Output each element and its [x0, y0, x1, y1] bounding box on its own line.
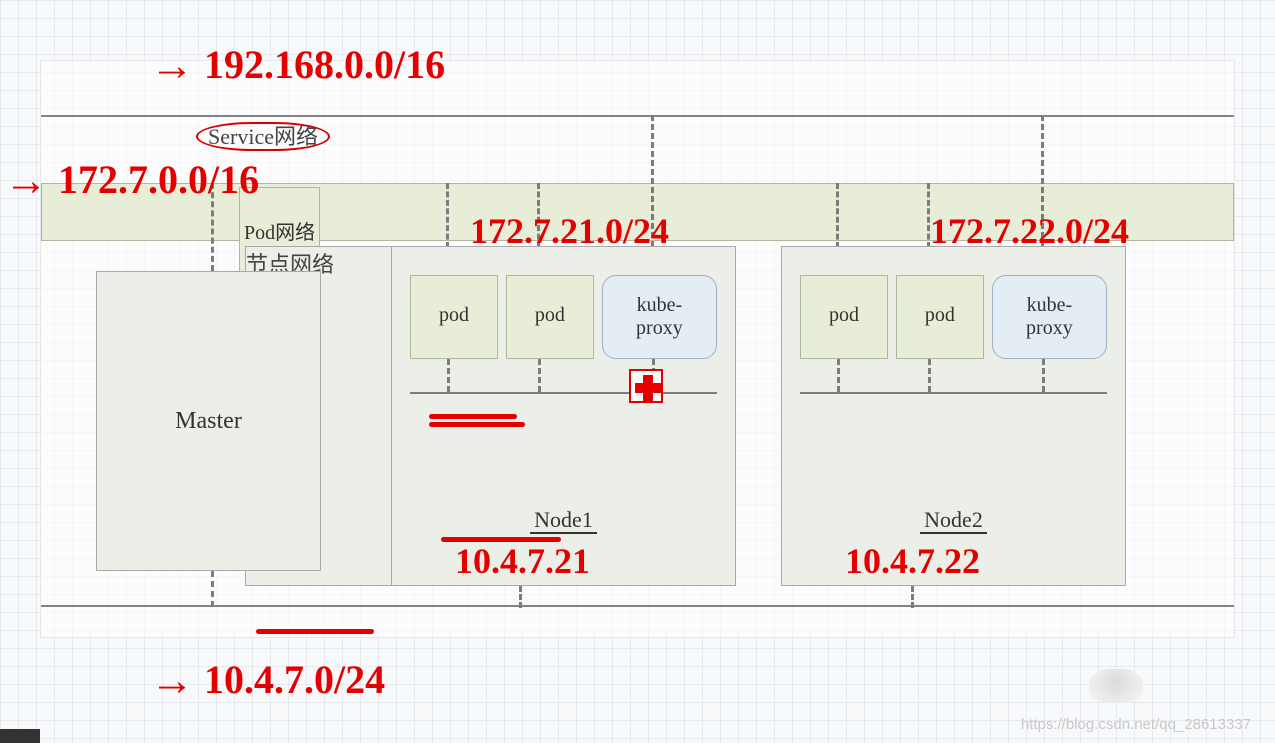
annotation-service-cidr: → 192.168.0.0/16 — [150, 40, 445, 91]
connector — [837, 359, 840, 392]
handwriting-stroke — [429, 414, 517, 419]
connector — [211, 571, 214, 607]
node1-name: Node1 — [392, 507, 735, 533]
node2-name: Node2 — [782, 507, 1125, 533]
node-inner-bus — [410, 392, 717, 394]
handwriting-stroke — [256, 629, 374, 634]
node2-pods-row: pod pod kube- proxy — [800, 275, 1107, 359]
medic-cross-icon — [629, 369, 663, 403]
handwriting-stroke — [429, 422, 525, 427]
annotation-node1-ip: 10.4.7.21 — [455, 540, 590, 582]
annotation-node1-subnet: 172.7.21.0/24 — [470, 210, 669, 252]
annotation-node2-subnet: 172.7.22.0/24 — [930, 210, 1129, 252]
connector — [836, 183, 839, 248]
pod-box: pod — [896, 275, 984, 359]
decorative-corner — [0, 729, 40, 743]
pod-box: pod — [506, 275, 594, 359]
arrow-icon: → — [150, 41, 194, 90]
annotation-pod-cidr: → 172.7.0.0/16 — [4, 155, 259, 206]
connector — [911, 586, 914, 608]
connector — [446, 183, 449, 248]
arrow-icon: → — [4, 156, 48, 205]
annotation-node2-ip: 10.4.7.22 — [845, 540, 980, 582]
pod-box: pod — [800, 275, 888, 359]
annotation-node-cidr: → 10.4.7.0/24 — [150, 655, 385, 706]
annotation-text: 192.168.0.0/16 — [204, 42, 445, 87]
master-label: Master — [175, 408, 242, 435]
annotation-text: 172.7.0.0/16 — [58, 157, 259, 202]
node1-pods-row: pod pod kube- proxy — [410, 275, 717, 359]
connector — [447, 359, 450, 392]
connector — [1042, 359, 1045, 392]
connector — [928, 359, 931, 392]
kube-proxy-box: kube- proxy — [602, 275, 717, 359]
diagram-frame: Service网络 Pod网络 节点网络 Master pod pod kube… — [40, 60, 1235, 638]
connector — [538, 359, 541, 392]
service-network-label: Service网络 — [196, 119, 330, 151]
kube-proxy-line2: proxy — [1026, 317, 1073, 339]
watermark-dot — [1089, 669, 1143, 703]
connector — [519, 586, 522, 608]
kube-proxy-box: kube- proxy — [992, 275, 1107, 359]
kube-proxy-line2: proxy — [636, 317, 683, 339]
kube-proxy-line1: kube- — [1027, 294, 1073, 316]
watermark-text: https://blog.csdn.net/qq_28613337 — [1021, 716, 1251, 733]
node2-box: pod pod kube- proxy Node2 — [781, 246, 1126, 586]
master-box: Master — [96, 271, 321, 571]
arrow-icon: → — [150, 656, 194, 705]
label-text: Service网络 — [196, 122, 330, 151]
node-network-line — [41, 605, 1234, 607]
pod-box: pod — [410, 275, 498, 359]
kube-proxy-line1: kube- — [637, 294, 683, 316]
service-network-line — [41, 115, 1234, 117]
annotation-text: 10.4.7.0/24 — [204, 657, 385, 702]
node-inner-bus — [800, 392, 1107, 394]
